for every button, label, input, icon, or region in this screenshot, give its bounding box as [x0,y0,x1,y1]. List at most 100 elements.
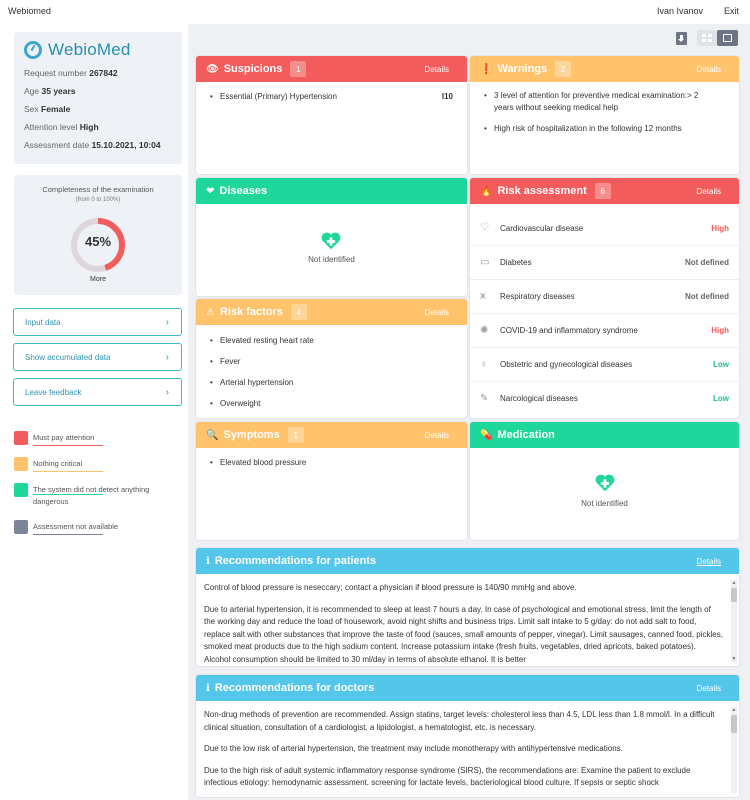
user-name[interactable]: Ivan Ivanov [657,6,703,16]
risk-row-respiratory[interactable]: ⩙ Respiratory diseases Not defined [470,279,739,313]
rec-patients-scrollbar[interactable]: ▲ ▼ [731,580,737,662]
grid-icon [702,34,712,42]
input-data-button[interactable]: Input data › [13,308,182,336]
drop-icon: ▭ [480,256,490,268]
diseases-header: ❤ Diseases [196,178,467,204]
list-item: Elevated resting heart rate [210,335,453,347]
download-icon[interactable] [676,32,687,45]
rec-patients-header: ℹ Recommendations for patients Details [196,548,739,574]
logo-icon [24,41,42,59]
top-bar: Webiomed Ivan Ivanov Exit [0,0,750,24]
exit-link[interactable]: Exit [724,6,739,16]
risk-row-obstetric[interactable]: ♀ Obstetric and gynecological diseases L… [470,347,739,381]
list-item: Arterial hypertension [210,377,453,389]
list-item: Elevated blood pressure [210,457,453,469]
chevron-right-icon: › [165,386,169,398]
suspicions-details-link[interactable]: Details [425,65,449,74]
rec-doctors-panel: ℹ Recommendations for doctors Details No… [196,675,739,797]
list-item: 3 level of attention for preventive medi… [484,90,717,114]
logo: WebioMed [24,40,172,60]
list-item: High risk of hospitalization in the foll… [484,123,717,135]
risk-row-covid[interactable]: ✺ COVID-19 and inflammatory syndrome Hig… [470,313,739,347]
rec-doctors-text: Non-drug methods of prevention are recom… [204,710,715,787]
list-item[interactable]: Essential (Primary) Hypertension I10 [210,91,453,103]
heart-plus-icon [595,474,615,492]
symptoms-panel: 🔍 Symptoms 1 Details Elevated blood pres… [196,422,467,540]
rec-patients-panel: ℹ Recommendations for patients Details C… [196,548,739,666]
more-link[interactable]: More [14,276,182,283]
logo-text: WebioMed [48,40,131,59]
risk-row-cardiovascular[interactable]: ♡ Cardiovascular disease High [470,211,739,245]
rec-patients-details-link[interactable]: Details [697,557,721,566]
symptoms-details-link[interactable]: Details [425,431,449,440]
chevron-right-icon: › [165,351,169,363]
pills-icon: 💊 [480,429,493,441]
virus-icon: ✺ [480,324,489,336]
attention-level: Attention level High [24,122,99,132]
risk-assessment-count: 6 [594,183,611,199]
chevron-right-icon: › [165,316,169,328]
sidebar: WebioMed Request number 267842 Age 35 ye… [0,24,188,800]
list-item: Fever [210,356,453,368]
symptoms-list: Elevated blood pressure [196,448,467,486]
show-accumulated-data-button[interactable]: Show accumulated data › [13,343,182,371]
risk-assessment-header: 🔥 Risk assessment 6 Details [470,178,739,204]
info-circle-icon: ℹ [206,682,210,694]
medication-panel: 💊 Medication Not identified [470,422,739,540]
legend-swatch [14,431,28,445]
diseases-panel: ❤ Diseases Not identified [196,178,467,296]
warnings-header: ❗ Warnings 2 Details [470,56,739,82]
rec-doctors-header: ℹ Recommendations for doctors Details [196,675,739,701]
list-view-toggle[interactable] [717,30,738,46]
search-icon: 🔍 [206,429,219,441]
patient-info-card: WebioMed Request number 267842 Age 35 ye… [14,32,182,164]
scroll-up-icon[interactable]: ▲ [731,707,737,713]
list-item: Overweight [210,398,453,410]
legend-swatch [14,483,28,497]
patient-age: Age 35 years [24,86,76,96]
suspicions-panel: 👁 Suspicions 1 Details Essential (Primar… [196,56,467,174]
risk-factors-list: Elevated resting heart rate Fever Arteri… [196,325,467,418]
assessment-date: Assessment date 15.10.2021, 10:04 [24,140,161,150]
diseases-empty-text: Not identified [308,255,355,264]
completeness-percent: 45% [84,234,112,249]
warnings-list: 3 level of attention for preventive medi… [470,82,739,152]
risk-row-narcological[interactable]: ✎ Narcological diseases Low [470,381,739,415]
completeness-card: Completeness of the examination (from 0 … [14,175,182,295]
lungs-icon: ⩙ [480,290,486,302]
warnings-count: 2 [555,61,572,77]
request-number: Request number 267842 [24,68,118,78]
risk-factors-header: ⚠ Risk factors 4 Details [196,299,467,325]
syringe-icon: ✎ [480,392,489,404]
warnings-details-link[interactable]: Details [697,65,721,74]
medication-empty-text: Not identified [581,499,628,508]
rec-doctors-details-link[interactable]: Details [697,684,721,693]
risk-row-diabetes[interactable]: ▭ Diabetes Not defined [470,245,739,279]
heart-plus-icon [321,232,341,250]
rec-patients-text: Control of blood pressure is neseccary; … [204,583,723,664]
heart-plus-icon: ❤ [206,185,215,197]
risk-factors-panel: ⚠ Risk factors 4 Details Elevated restin… [196,299,467,418]
icd-code: I10 [441,92,453,101]
risk-assessment-panel: 🔥 Risk assessment 6 Details ♡ Cardiovasc… [470,178,739,418]
symptoms-count: 1 [287,427,304,443]
heart-pulse-icon: ♡ [480,222,489,233]
info-circle-icon: ℹ [206,555,210,567]
warning-triangle-icon: ⚠ [206,306,215,318]
app-title: Webiomed [8,6,51,16]
grid-view-toggle[interactable] [697,30,717,46]
rec-doctors-scrollbar[interactable]: ▲ [731,707,737,793]
patient-sex: Sex Female [24,104,71,114]
scroll-up-icon[interactable]: ▲ [731,580,737,586]
symptoms-header: 🔍 Symptoms 1 Details [196,422,467,448]
legend-swatch [14,457,28,471]
completeness-title: Completeness of the examination [42,185,154,194]
warnings-panel: ❗ Warnings 2 Details 3 level of attentio… [470,56,739,174]
medication-header: 💊 Medication [470,422,739,448]
pregnant-icon: ♀ [480,358,488,370]
risk-assessment-details-link[interactable]: Details [697,187,721,196]
leave-feedback-button[interactable]: Leave feedback › [13,378,182,406]
completeness-subtitle: (from 0 to 100%) [75,197,121,203]
risk-factors-details-link[interactable]: Details [425,308,449,317]
scroll-down-icon[interactable]: ▼ [731,656,737,662]
